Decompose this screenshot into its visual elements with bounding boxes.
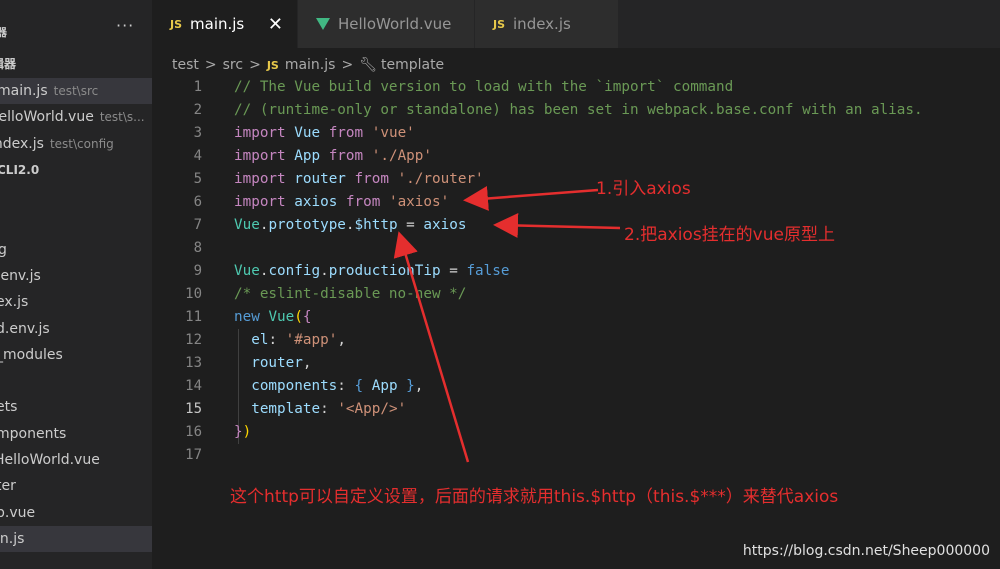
annotation-3: 这个http可以自定义设置，后面的请求就用this.$http（this.$**… — [230, 487, 839, 507]
watermark: https://blog.csdn.net/Sheep000000 — [742, 543, 990, 559]
arrow-2 — [493, 212, 621, 238]
arrow-1 — [463, 186, 599, 211]
arrow-3 — [393, 231, 470, 463]
annotation-1: 1.引入axios — [596, 179, 691, 199]
annotation-2: 2.把axios挂在的vue原型上 — [624, 225, 835, 245]
